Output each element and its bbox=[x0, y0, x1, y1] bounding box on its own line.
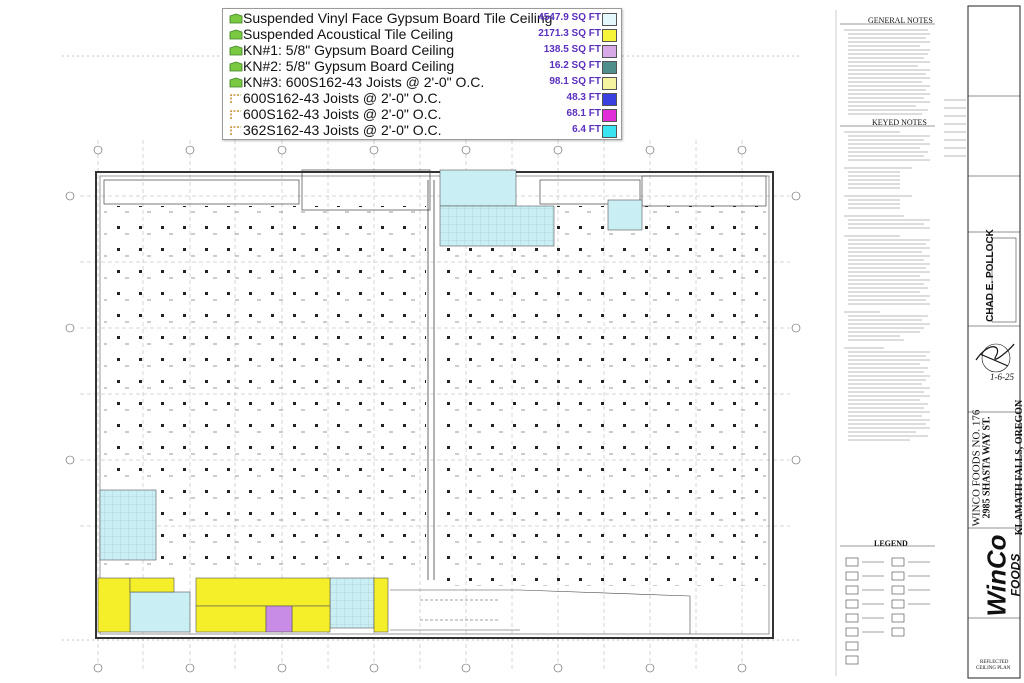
legend-quantity: 98.1 SQ FT bbox=[549, 76, 601, 87]
green-area-icon bbox=[229, 29, 243, 40]
center-aisle bbox=[427, 180, 435, 580]
legend-row[interactable]: Suspended Vinyl Face Gypsum Board Tile C… bbox=[223, 10, 621, 27]
legend-quantity: 48.3 FT bbox=[566, 92, 601, 103]
green-area-icon bbox=[229, 61, 243, 72]
green-area-icon bbox=[229, 45, 243, 56]
legend-color-swatch bbox=[602, 61, 617, 74]
legend-quantity: 4547.9 SQ FT bbox=[538, 12, 601, 23]
legend-quantity: 138.5 SQ FT bbox=[543, 44, 601, 55]
takeoff-legend-panel: Suspended Vinyl Face Gypsum Board Tile C… bbox=[222, 8, 622, 140]
legend-quantity: 16.2 SQ FT bbox=[549, 60, 601, 71]
keyed-notes-title: KEYED NOTES bbox=[872, 118, 927, 127]
legend-quantity: 6.4 FT bbox=[572, 124, 601, 135]
legend-symbols bbox=[845, 557, 930, 665]
sheet-title-line2: CEILING PLAN bbox=[976, 666, 1011, 671]
legend-color-swatch bbox=[602, 125, 617, 138]
keyed-notes-lines bbox=[844, 131, 930, 441]
legend-title: LEGEND bbox=[874, 539, 908, 548]
green-area-icon bbox=[229, 13, 243, 24]
legend-color-swatch bbox=[602, 77, 617, 90]
legend-row[interactable]: 600S162-43 Joists @ 2'-0" O.C. 68.1 FT bbox=[223, 106, 621, 123]
sales-floor-right bbox=[438, 206, 766, 586]
architect-name: CHAD E. POLLOCK bbox=[984, 229, 996, 322]
linear-measure-icon bbox=[230, 126, 241, 135]
legend-quantity: 68.1 FT bbox=[566, 108, 601, 119]
revision-box-lines bbox=[944, 99, 966, 157]
legend-color-swatch bbox=[602, 13, 617, 26]
general-notes-title: GENERAL NOTES bbox=[868, 16, 933, 25]
legend-color-swatch bbox=[602, 109, 617, 122]
legend-label: KN#2: 5/8" Gypsum Board Ceiling bbox=[243, 58, 455, 74]
legend-label: 362S162-43 Joists @ 2'-0" O.C. bbox=[243, 122, 442, 138]
legend-row[interactable]: 600S162-43 Joists @ 2'-0" O.C. 48.3 FT bbox=[223, 90, 621, 107]
legend-label: KN#1: 5/8" Gypsum Board Ceiling bbox=[243, 42, 455, 58]
legend-color-swatch bbox=[602, 93, 617, 106]
signature-date: 1-6-25 bbox=[990, 372, 1014, 382]
legend-label: Suspended Vinyl Face Gypsum Board Tile C… bbox=[243, 10, 553, 26]
legend-label: 600S162-43 Joists @ 2'-0" O.C. bbox=[243, 90, 442, 106]
legend-row[interactable]: 362S162-43 Joists @ 2'-0" O.C. 6.4 FT bbox=[223, 122, 621, 139]
dock-area bbox=[390, 589, 691, 634]
architect-signature bbox=[975, 343, 1015, 373]
legend-row[interactable]: Suspended Acoustical Tile Ceiling 2171.3… bbox=[223, 26, 621, 43]
legend-row[interactable]: KN#3: 600S162-43 Joists @ 2'-0" O.C. 98.… bbox=[223, 74, 621, 91]
winco-logo-subtext: FOODS bbox=[1008, 553, 1023, 597]
legend-color-swatch bbox=[602, 45, 617, 58]
sheet-title-line1: REFLECTED bbox=[980, 660, 1009, 665]
legend-label: Suspended Acoustical Tile Ceiling bbox=[243, 26, 454, 42]
legend-label: 600S162-43 Joists @ 2'-0" O.C. bbox=[243, 106, 442, 122]
legend-color-swatch bbox=[602, 29, 617, 42]
legend-row[interactable]: KN#2: 5/8" Gypsum Board Ceiling 16.2 SQ … bbox=[223, 58, 621, 75]
legend-row[interactable]: KN#1: 5/8" Gypsum Board Ceiling 138.5 SQ… bbox=[223, 42, 621, 59]
linear-measure-icon bbox=[230, 94, 241, 103]
project-address: 2985 SHASTA WAY ST. bbox=[981, 416, 993, 519]
green-area-icon bbox=[229, 77, 243, 88]
general-notes-lines bbox=[844, 29, 930, 115]
project-city: KLAMATH FALLS, OREGON bbox=[1014, 399, 1024, 536]
legend-quantity: 2171.3 SQ FT bbox=[538, 28, 601, 39]
legend-label: KN#3: 600S162-43 Joists @ 2'-0" O.C. bbox=[243, 74, 485, 90]
gypsum-board-area-kn1 bbox=[265, 605, 293, 633]
linear-measure-icon bbox=[230, 110, 241, 119]
